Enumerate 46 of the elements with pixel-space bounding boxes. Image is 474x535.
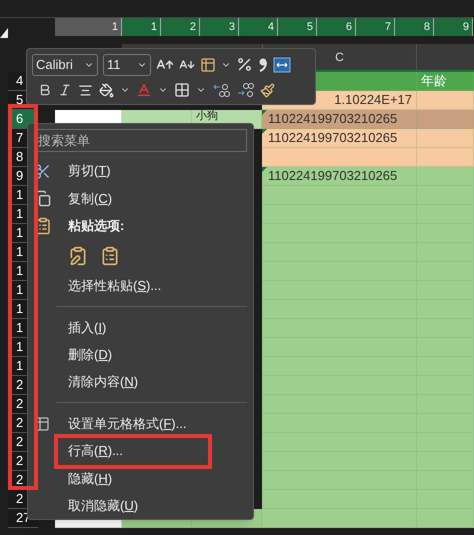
fill-color-icon[interactable]: [99, 82, 114, 98]
borders-icon[interactable]: [174, 82, 190, 98]
ruler-segment: 6: [317, 18, 356, 36]
increase-decimal-icon[interactable]: [212, 82, 230, 98]
font-size-dropdown[interactable]: 11: [103, 54, 151, 76]
decrease-decimal-icon[interactable]: [236, 82, 254, 98]
menu-item[interactable]: 剪切(T): [60, 158, 111, 185]
cell-value: 110224199703210265: [268, 167, 398, 186]
percent-icon[interactable]: [236, 56, 253, 74]
brush-icon[interactable]: [260, 82, 275, 98]
menu-item[interactable]: 取消隐藏(U): [60, 492, 138, 519]
cell-value: 小狗: [196, 110, 218, 122]
menu-item[interactable]: 删除(D): [60, 341, 112, 368]
clipboard-pen-icon[interactable]: [68, 246, 88, 266]
merge-cells-icon[interactable]: [273, 56, 291, 73]
select-all-icon[interactable]: [0, 28, 8, 38]
menu-section-title: 粘贴选项:: [66, 217, 124, 236]
cell-value: 110224199703210265: [268, 129, 398, 148]
menu-item[interactable]: 隐藏(H): [60, 464, 112, 492]
menu-item[interactable]: 清除内容(N): [60, 368, 138, 396]
bold-icon[interactable]: [38, 83, 52, 98]
font-size: 11: [107, 56, 122, 74]
ruler-segment: 2: [161, 18, 200, 36]
italic-icon[interactable]: [58, 83, 72, 98]
ruler-segment: 5: [278, 18, 317, 36]
font-name: Calibri: [36, 56, 74, 74]
menu-item[interactable]: 复制(C): [60, 184, 112, 212]
ruler-segment: 1: [122, 18, 161, 36]
cell-value: 1.10224E+17: [334, 91, 413, 110]
ruler-segment: 4: [239, 18, 278, 36]
menu-item[interactable]: 选择性粘贴(S)...: [60, 272, 162, 299]
comma-style-icon[interactable]: [258, 56, 268, 73]
number-format-icon[interactable]: [200, 56, 216, 73]
menu-item[interactable]: 插入(I): [60, 314, 106, 342]
ruler-segment: 7: [356, 18, 395, 36]
cell-value: 年龄: [421, 72, 447, 90]
ruler-segment: 8: [395, 18, 434, 36]
menu-item[interactable]: 设置单元格格式(F)...: [60, 410, 186, 438]
font-dropdown[interactable]: Calibri: [32, 54, 98, 76]
align-center-icon[interactable]: [78, 82, 93, 98]
ruler-segment: 3: [200, 18, 239, 36]
cell-value: 110224199703210265: [268, 110, 398, 128]
font-color-icon[interactable]: [136, 82, 152, 98]
ruler-segment: 1: [55, 18, 122, 36]
clipboard-icon[interactable]: [100, 246, 120, 266]
ruler-segment: 9: [434, 18, 473, 36]
